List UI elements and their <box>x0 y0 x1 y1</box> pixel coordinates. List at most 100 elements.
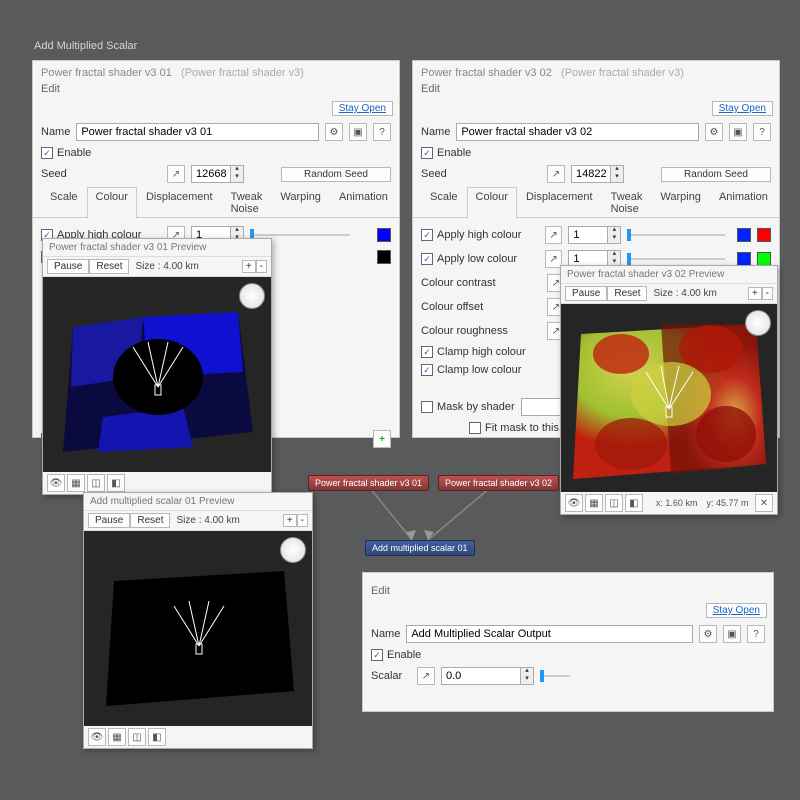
tab-tweak-noise[interactable]: Tweak Noise <box>222 187 272 218</box>
node-output[interactable]: Add multiplied scalar 01 <box>365 540 475 556</box>
minus-button[interactable]: - <box>762 287 773 300</box>
clamp-high-checkbox[interactable]: ✓Clamp high colour <box>421 346 526 358</box>
layers-icon[interactable]: ▣ <box>349 123 367 141</box>
random-seed-button[interactable]: Random Seed <box>281 167 391 182</box>
pause-button[interactable]: Pause <box>47 259 89 274</box>
close-icon[interactable]: ✕ <box>755 494 773 512</box>
stay-open-button[interactable]: Stay Open <box>712 101 773 116</box>
tab-animation[interactable]: Animation <box>330 187 397 218</box>
ramp-icon[interactable]: ↗ <box>545 226 563 244</box>
eye-icon[interactable]: 👁 <box>565 494 583 512</box>
edit-menu[interactable]: Edit <box>33 81 399 101</box>
reset-button[interactable]: Reset <box>607 286 647 301</box>
reset-button[interactable]: Reset <box>89 259 129 274</box>
node-shader-1[interactable]: Power fractal shader v3 01 <box>308 475 429 491</box>
gear-icon[interactable]: ⚙ <box>325 123 343 141</box>
seed-field[interactable] <box>571 165 611 183</box>
low-colour-swatch[interactable] <box>377 250 391 264</box>
seed-field[interactable] <box>191 165 231 183</box>
plus-button[interactable]: + <box>748 287 762 300</box>
grid-icon[interactable]: ▦ <box>585 494 603 512</box>
low-slider[interactable] <box>627 258 725 260</box>
eye-icon[interactable]: 👁 <box>88 728 106 746</box>
plus-button[interactable]: + <box>242 260 256 273</box>
tab-warping[interactable]: Warping <box>271 187 330 218</box>
preview-canvas[interactable] <box>43 277 271 472</box>
low-colour-swatch[interactable] <box>757 252 771 266</box>
colour-offset-label: Colour offset <box>421 301 541 313</box>
help-icon[interactable]: ? <box>747 625 765 643</box>
opt-icon[interactable]: ◫ <box>128 728 146 746</box>
size-label: Size : 4.00 km <box>170 515 245 526</box>
tab-colour[interactable]: Colour <box>87 187 137 218</box>
opt-icon[interactable]: ◫ <box>605 494 623 512</box>
pause-button[interactable]: Pause <box>88 513 130 528</box>
name-field[interactable] <box>456 123 699 141</box>
scalar-slider[interactable] <box>540 675 570 677</box>
high-slider[interactable] <box>250 234 350 236</box>
swatch-b[interactable] <box>737 252 751 266</box>
gear-icon[interactable]: ⚙ <box>699 625 717 643</box>
grid-icon[interactable]: ▦ <box>108 728 126 746</box>
spin-down[interactable]: ▾ <box>231 174 243 182</box>
compass-icon[interactable] <box>239 283 265 309</box>
random-seed-button[interactable]: Random Seed <box>661 167 771 182</box>
name-field[interactable] <box>406 625 693 643</box>
swatch-b[interactable] <box>737 228 751 242</box>
ramp-icon[interactable]: ↗ <box>167 165 185 183</box>
enable-checkbox[interactable]: ✓Enable <box>41 147 91 159</box>
tab-colour[interactable]: Colour <box>467 187 517 218</box>
high-colour-swatch[interactable] <box>757 228 771 242</box>
eye-icon[interactable]: 👁 <box>47 474 65 492</box>
coord-y: y: 45.77 m <box>706 498 748 508</box>
edit-menu[interactable]: Edit <box>413 81 779 101</box>
gear-icon[interactable]: ⚙ <box>705 123 723 141</box>
node-shader-2[interactable]: Power fractal shader v3 02 <box>438 475 559 491</box>
minus-button[interactable]: - <box>256 260 267 273</box>
stay-open-button[interactable]: Stay Open <box>706 603 767 618</box>
enable-checkbox[interactable]: ✓Enable <box>421 147 471 159</box>
stay-open-button[interactable]: Stay Open <box>332 101 393 116</box>
high-slider[interactable] <box>627 234 725 236</box>
tab-animation[interactable]: Animation <box>710 187 777 218</box>
apply-low-checkbox[interactable]: ✓Apply low colour <box>421 253 539 265</box>
layers-icon[interactable]: ▣ <box>729 123 747 141</box>
clamp-low-checkbox[interactable]: ✓Clamp low colour <box>421 364 521 376</box>
plus-button[interactable]: + <box>283 514 297 527</box>
tab-tweak-noise[interactable]: Tweak Noise <box>602 187 652 218</box>
mask-by-shader-checkbox[interactable]: Mask by shader <box>421 401 515 413</box>
minus-button[interactable]: - <box>297 514 308 527</box>
edit-menu[interactable]: Edit <box>363 573 773 603</box>
scalar-label: Scalar <box>371 670 411 682</box>
tab-scale[interactable]: Scale <box>41 187 87 218</box>
preview-canvas[interactable] <box>561 304 777 492</box>
grid-icon[interactable]: ▦ <box>67 474 85 492</box>
enable-checkbox[interactable]: ✓Enable <box>371 649 421 661</box>
add-icon[interactable]: + <box>373 430 391 448</box>
pause-button[interactable]: Pause <box>565 286 607 301</box>
compass-icon[interactable] <box>280 537 306 563</box>
high-val[interactable] <box>568 226 608 244</box>
tab-displacement[interactable]: Displacement <box>517 187 602 218</box>
tab-warping[interactable]: Warping <box>651 187 710 218</box>
tab-scale[interactable]: Scale <box>421 187 467 218</box>
ramp-icon[interactable]: ↗ <box>417 667 435 685</box>
help-icon[interactable]: ? <box>373 123 391 141</box>
preview-canvas[interactable] <box>84 531 312 726</box>
help-icon[interactable]: ? <box>753 123 771 141</box>
fit-mask-checkbox[interactable]: Fit mask to this <box>469 422 559 434</box>
compass-icon[interactable] <box>745 310 771 336</box>
scalar-field[interactable] <box>441 667 521 685</box>
opt2-icon[interactable]: ◧ <box>625 494 643 512</box>
layers-icon[interactable]: ▣ <box>723 625 741 643</box>
apply-high-checkbox[interactable]: ✓Apply high colour <box>421 229 539 241</box>
high-colour-swatch[interactable] <box>377 228 391 242</box>
tab-displacement[interactable]: Displacement <box>137 187 222 218</box>
name-label: Name <box>421 126 450 138</box>
name-field[interactable] <box>76 123 319 141</box>
opt-icon[interactable]: ◫ <box>87 474 105 492</box>
ramp-icon[interactable]: ↗ <box>547 165 565 183</box>
reset-button[interactable]: Reset <box>130 513 170 528</box>
opt2-icon[interactable]: ◧ <box>148 728 166 746</box>
opt2-icon[interactable]: ◧ <box>107 474 125 492</box>
